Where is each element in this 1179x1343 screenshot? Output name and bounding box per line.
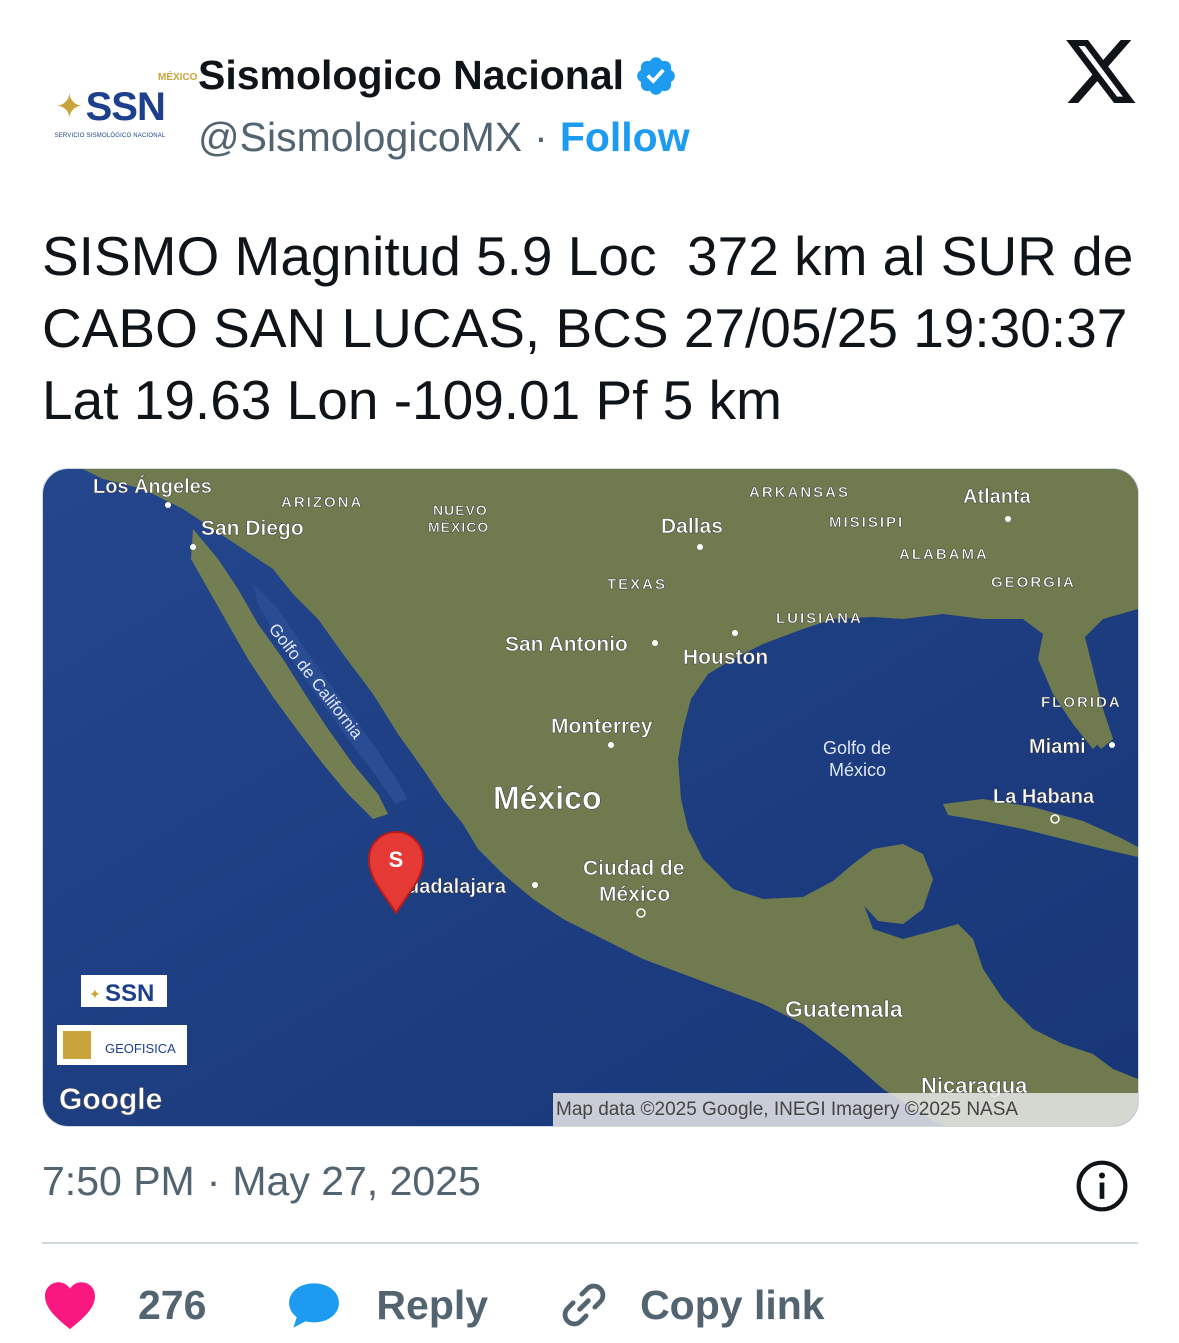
reply-button[interactable]: Reply [288, 1281, 488, 1329]
geofisica-badge: GEOFISICA [57, 1025, 187, 1065]
label-ciudad-mexico: México [599, 883, 670, 906]
label-ciudad-de: Ciudad de [583, 857, 685, 880]
dot-atlanta [1005, 516, 1011, 522]
tweet-date: May 27, 2025 [232, 1158, 481, 1204]
tweet-text: SISMO Magnitud 5.9 Loc 372 km al SUR de … [42, 225, 1149, 431]
star-icon: ✦ [55, 88, 84, 126]
label-houston: Houston [683, 646, 768, 669]
copy-link-button[interactable]: Copy link [558, 1279, 825, 1331]
info-icon[interactable] [1074, 1158, 1130, 1214]
dot-guadalajara [532, 882, 538, 888]
label-luisiana: LUISIANA [776, 610, 863, 627]
label-mexico: México [493, 780, 601, 816]
label-georgia: GEORGIA [991, 574, 1076, 591]
label-golfo-mexico: México [829, 760, 886, 780]
reply-bubble-icon [289, 1283, 340, 1328]
link-icon [562, 1283, 606, 1327]
display-name[interactable]: Sismologico Nacional [198, 52, 624, 99]
map-attribution[interactable]: Map data ©2025 Google, INEGI Imagery ©20… [556, 1099, 1018, 1120]
label-misisipi: MISISIPI [829, 514, 904, 531]
avatar-country-text: MÉXICO [158, 72, 198, 83]
ssn-badge: ✦ SSN [81, 975, 167, 1007]
label-arizona: ARIZONA [281, 494, 363, 511]
label-los-angeles: Los Ángeles [93, 475, 212, 498]
dot-houston [732, 630, 738, 636]
avatar-subtitle: SERVICIO SISMOLÓGICO NACIONAL [54, 133, 166, 139]
label-monterrey: Monterrey [551, 715, 653, 738]
geofisica-badge-text: GEOFISICA [105, 1041, 176, 1056]
label-san-antonio: San Antonio [505, 633, 628, 656]
heart-icon [45, 1282, 95, 1330]
label-san-diego: San Diego [201, 517, 304, 540]
label-texas: TEXAS [607, 576, 667, 593]
dot-san-antonio [652, 640, 658, 646]
handle-separator: · [534, 114, 548, 160]
label-arkansas: ARKANSAS [749, 484, 850, 501]
dot-los-angeles [165, 502, 171, 508]
reply-label: Reply [376, 1281, 489, 1328]
avatar-logo-text: SSN [85, 85, 166, 129]
dot-san-diego [190, 544, 196, 550]
label-alabama: ALABAMA [899, 546, 989, 563]
label-florida: FLORIDA [1041, 694, 1122, 711]
map-canvas: Los Ángeles San Diego ARIZONA NUEVO MÉXI… [43, 469, 1138, 1126]
dot-miami [1109, 742, 1115, 748]
label-nuevo-mexico: MÉXICO [428, 519, 489, 535]
label-atlanta: Atlanta [963, 486, 1032, 508]
tweet-header: MÉXICO ✦ SSN SERVICIO SISMOLÓGICO NACION… [0, 0, 1179, 190]
tweet-timestamp[interactable]: 7:50 PM · May 27, 2025 [42, 1158, 481, 1205]
x-logo-icon[interactable] [1066, 40, 1138, 106]
google-logo: Google [59, 1083, 162, 1116]
copy-link-label: Copy link [640, 1281, 825, 1328]
tweet-time: 7:50 PM [42, 1158, 195, 1204]
follow-button[interactable]: Follow [560, 114, 690, 161]
user-handle[interactable]: @SismologicoMX [198, 114, 522, 161]
like-count: 276 [138, 1281, 207, 1328]
divider [42, 1242, 1138, 1244]
label-dallas: Dallas [661, 515, 723, 538]
label-golfo-de: Golfo de [823, 738, 891, 758]
engagement-bar: 276 Reply Copy link [42, 1270, 825, 1340]
avatar[interactable]: MÉXICO ✦ SSN SERVICIO SISMOLÓGICO NACION… [40, 58, 197, 168]
label-miami: Miami [1029, 736, 1086, 758]
ssn-badge-text: SSN [105, 980, 154, 1007]
label-guatemala: Guatemala [785, 996, 903, 1022]
tweet-map-image[interactable]: Los Ángeles San Diego ARIZONA NUEVO MÉXI… [42, 468, 1139, 1127]
svg-text:✦: ✦ [89, 986, 101, 1002]
label-nuevo: NUEVO [433, 502, 488, 518]
label-guadalajara: uadalajara [407, 876, 507, 898]
dot-monterrey [608, 742, 614, 748]
label-la-habana: La Habana [993, 786, 1095, 808]
timestamp-separator: · [206, 1158, 221, 1204]
verified-badge-icon [637, 56, 675, 95]
marker-label: S [389, 847, 404, 872]
dot-dallas [697, 544, 703, 550]
like-button[interactable]: 276 [42, 1280, 206, 1330]
